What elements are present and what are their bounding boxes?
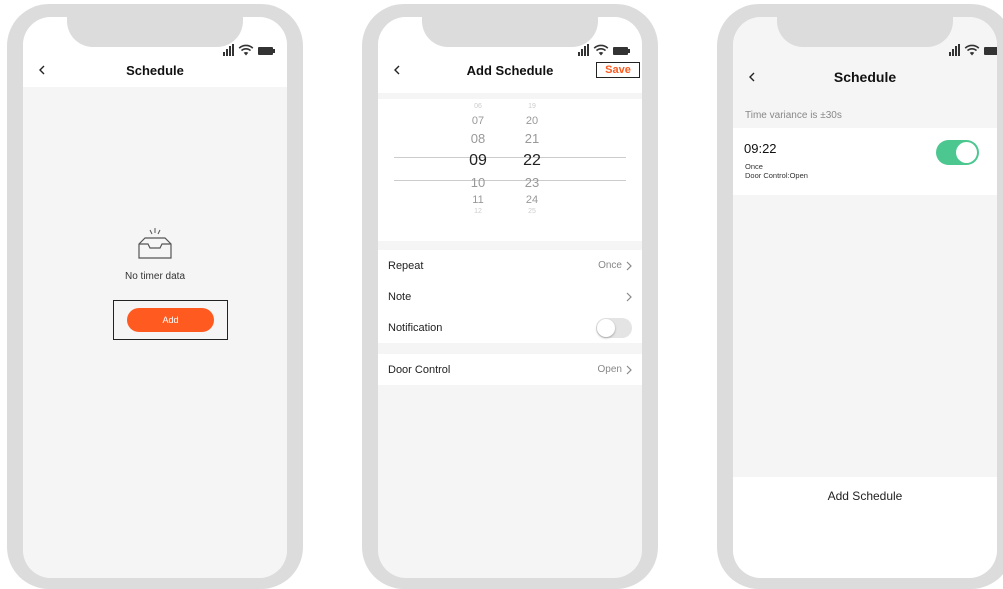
hour-option[interactable]: 07 [458, 114, 498, 129]
schedule-time: 09:22 [744, 141, 777, 156]
hour-option-selected[interactable]: 09 [458, 149, 498, 173]
schedule-item[interactable]: 09:22 Once Door Control:Open [733, 128, 997, 195]
empty-state: No timer data [23, 226, 287, 282]
minute-option[interactable]: 20 [512, 114, 552, 129]
hour-option[interactable]: 10 [458, 173, 498, 193]
repeat-value: Once [598, 260, 622, 271]
time-variance-note: Time variance is ±30s [745, 110, 842, 121]
repeat-row[interactable]: Repeat Once [378, 250, 642, 281]
chevron-right-icon [626, 292, 632, 301]
battery-icon [258, 47, 275, 55]
minute-option[interactable]: 21 [512, 129, 552, 149]
wifi-icon [238, 44, 254, 56]
phone-frame-schedule-list: Schedule Time variance is ±30s 09:22 Onc… [717, 4, 1003, 589]
battery-icon [613, 47, 630, 55]
notification-row: Notification [378, 312, 642, 343]
signal-icon [578, 44, 589, 56]
phone-frame-add-schedule: Add Schedule Save 06 07 08 09 10 11 12 1… [362, 4, 658, 589]
minute-option[interactable]: 24 [512, 193, 552, 208]
page-title: Schedule [126, 62, 184, 78]
note-label: Note [388, 290, 412, 303]
hour-option[interactable]: 08 [458, 129, 498, 149]
screen: Schedule No timer data Add [23, 17, 287, 578]
minute-column[interactable]: 19 20 21 22 23 24 25 [512, 99, 552, 216]
schedule-action: Door Control:Open [745, 171, 808, 180]
empty-inbox-icon [138, 228, 172, 259]
back-icon[interactable] [747, 72, 757, 82]
door-control-label: Door Control [388, 363, 451, 376]
status-bar [949, 44, 997, 56]
screen: Schedule Time variance is ±30s 09:22 Onc… [733, 17, 997, 578]
picker-selection-band [394, 157, 626, 181]
page-title: Schedule [833, 69, 897, 85]
battery-icon [984, 47, 997, 55]
back-icon[interactable] [37, 65, 47, 75]
minute-option[interactable]: 19 [512, 99, 552, 114]
minute-option-selected[interactable]: 22 [512, 149, 552, 173]
repeat-label: Repeat [388, 259, 424, 272]
nav-bar: Schedule [23, 58, 287, 82]
hour-column[interactable]: 06 07 08 09 10 11 12 [458, 99, 498, 216]
notch [777, 17, 953, 47]
note-row[interactable]: Note [378, 281, 642, 312]
settings-list: Repeat Once Note Notification [378, 250, 642, 343]
minute-option[interactable]: 25 [512, 208, 552, 216]
notification-label: Notification [388, 321, 443, 334]
door-control-value: Open [597, 364, 622, 375]
status-bar [578, 44, 630, 56]
door-control-section: Door Control Open [378, 354, 642, 385]
add-schedule-button[interactable]: Add Schedule [733, 489, 997, 503]
door-control-row[interactable]: Door Control Open [378, 354, 642, 385]
add-button-highlight: Add [113, 300, 228, 340]
add-button[interactable]: Add [127, 308, 214, 332]
empty-state-text: No timer data [124, 271, 186, 282]
phone-frame-schedule-empty: Schedule No timer data Add [7, 4, 303, 589]
wifi-icon [964, 44, 980, 56]
door-control-value-group: Open [598, 364, 632, 375]
chevron-right-icon [626, 365, 632, 374]
hour-option[interactable]: 06 [458, 99, 498, 114]
page-title: Add Schedule [466, 62, 554, 78]
notch [67, 17, 243, 47]
signal-icon [949, 44, 960, 56]
screen: Add Schedule Save 06 07 08 09 10 11 12 1… [378, 17, 642, 578]
hour-option[interactable]: 11 [458, 193, 498, 208]
repeat-value-group: Once [598, 260, 632, 271]
schedule-details: Once Door Control:Open [745, 162, 808, 180]
notch [422, 17, 598, 47]
signal-icon [223, 44, 234, 56]
back-icon[interactable] [392, 65, 402, 75]
footer: Add Schedule [733, 477, 997, 578]
schedule-toggle[interactable] [936, 140, 979, 165]
save-button[interactable]: Save [596, 62, 640, 78]
status-bar [223, 44, 275, 56]
time-picker[interactable]: 06 07 08 09 10 11 12 19 20 21 22 23 24 2… [378, 99, 642, 241]
hour-option[interactable]: 12 [458, 208, 498, 216]
wifi-icon [593, 44, 609, 56]
minute-option[interactable]: 23 [512, 173, 552, 193]
note-value-group [626, 292, 632, 302]
schedule-repeat: Once [745, 162, 763, 171]
notification-toggle[interactable] [596, 317, 632, 338]
chevron-right-icon [626, 261, 632, 270]
nav-bar: Schedule [733, 65, 997, 89]
